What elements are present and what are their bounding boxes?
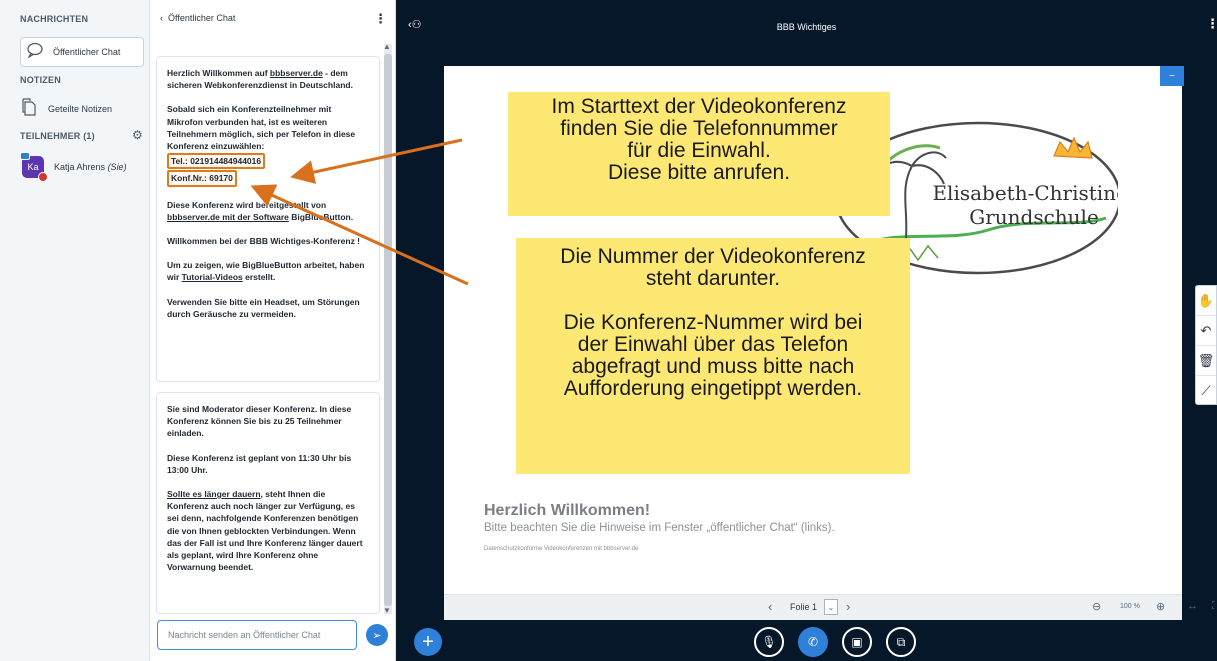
muted-mic-icon: 🎙 <box>761 635 777 649</box>
notes-section-title: NOTIZEN <box>20 75 61 85</box>
shared-notes-label: Geteilte Notizen <box>48 104 113 114</box>
fullscreen-icon[interactable]: ⛶ <box>1212 600 1217 613</box>
chat-panel: ‹ Öffentlicher Chat ⋮ Herzlich Willkomme… <box>150 0 396 661</box>
webcam-icon: ▣ <box>851 635 863 649</box>
software-link[interactable]: bbbserver.de mit der Software <box>167 212 289 222</box>
slide-footer: Datenschutzkonforme Videokonferenzen mit… <box>484 546 639 552</box>
more-options-icon[interactable]: ⋮ <box>374 11 387 27</box>
send-icon: ➢ <box>372 629 382 642</box>
scroll-up-icon[interactable]: ▲ <box>383 42 391 51</box>
share-screen-button[interactable]: ⧉ <box>886 627 916 657</box>
welcome-text: Herzlich Willkommen auf bbbserver.de - d… <box>167 68 353 91</box>
instruction-note-conference-number: Die Nummer der Videokonferenz steht daru… <box>516 238 910 474</box>
shared-notes-item[interactable]: Geteilte Notizen <box>22 96 146 122</box>
trash-icon[interactable]: 🗑 <box>1196 346 1216 376</box>
document-icon <box>22 97 36 121</box>
longer-link[interactable]: Sollte es länger dauern <box>167 489 261 499</box>
logo-line1: Elisabeth-Christinen- <box>932 181 1118 205</box>
send-button[interactable]: ➢ <box>366 624 388 646</box>
self-tag: (Sie) <box>107 162 127 172</box>
slide-select-dropdown[interactable]: ⌄ <box>824 599 838 615</box>
chevron-left-icon: ‹ <box>160 13 163 23</box>
provided-text: Diese Konferenz wird bereitgestellt von … <box>167 199 354 222</box>
logo-line2: Grundschule <box>969 205 1099 229</box>
mute-button[interactable]: 🎙 <box>754 627 784 657</box>
phone-number: Tel.: 021914484944016 <box>167 153 266 170</box>
multi-user-whiteboard-icon[interactable]: ⟋ <box>1196 376 1216 406</box>
slide-welcome-title: Herzlich Willkommen! <box>484 502 651 519</box>
public-chat-label: Öffentlicher Chat <box>53 47 121 57</box>
slide-welcome-subtitle: Bitte beachten Sie die Hinweise im Fenst… <box>484 522 835 534</box>
gear-icon[interactable]: ⚙ <box>132 128 143 142</box>
longer-text: Sollte es länger dauern, steht Ihnen die… <box>167 489 363 573</box>
chat-header[interactable]: ‹ Öffentlicher Chat <box>160 13 235 23</box>
zoom-in-icon[interactable]: ⊕ <box>1156 600 1165 613</box>
screen-share-icon: ⧉ <box>896 634 906 649</box>
headset-text: Verwenden Sie bitte ein Headset, um Stör… <box>167 296 360 319</box>
zoom-out-icon[interactable]: ⊖ <box>1092 600 1101 613</box>
chat-message-input[interactable]: Nachricht senden an Öffentlicher Chat <box>157 620 357 650</box>
hand-tool-icon[interactable]: ✋ <box>1196 286 1216 316</box>
chat-message-welcome: Herzlich Willkommen auf bbbserver.de - d… <box>156 56 380 382</box>
meeting-title: BBB Wichtiges <box>776 22 837 32</box>
leave-audio-button[interactable]: ✆ <box>798 627 828 657</box>
actions-button[interactable]: + <box>414 628 442 656</box>
conference-number: Konf.Nr.: 69170 <box>167 170 237 187</box>
avatar: Ka <box>20 152 48 182</box>
chat-scrollbar[interactable] <box>384 44 392 614</box>
more-options-icon[interactable]: ⋮ <box>1206 16 1217 32</box>
phone-icon: ✆ <box>807 635 819 649</box>
chat-message-moderator: Sie sind Moderator dieser Konferenz. In … <box>156 392 380 614</box>
conference-welcome: Willkommen bei der BBB Wichtiges-Konfere… <box>167 236 361 247</box>
userlist-panel: NACHRICHTEN Öffentlicher Chat NOTIZEN Ge… <box>0 0 150 661</box>
tutorial-link[interactable]: Tutorial-Videos <box>182 272 243 282</box>
previous-slide-icon[interactable]: ‹ <box>768 599 772 614</box>
instruction-note-phone: Im Starttext der Videokonferenz finden S… <box>508 92 890 216</box>
moderator-text: Sie sind Moderator dieser Konferenz. In … <box>167 404 352 439</box>
public-chat-item[interactable]: Öffentlicher Chat <box>20 37 144 67</box>
scroll-down-icon[interactable]: ▼ <box>383 606 391 615</box>
dialin-text: Sobald sich ein Konferenzteilnehmer mit … <box>167 104 356 152</box>
user-list-item[interactable]: Ka Katja Ahrens (Sie) <box>20 152 146 182</box>
bbbserver-link[interactable]: bbbserver.de <box>270 68 323 78</box>
whiteboard-toolbar: ✋ ↶ 🗑 ⟋ <box>1195 285 1217 405</box>
fit-width-icon[interactable]: ↔ <box>1187 600 1198 612</box>
undo-icon[interactable]: ↶ <box>1196 316 1216 346</box>
zoom-level: 100 % <box>1120 603 1140 610</box>
user-name: Katja Ahrens (Sie) <box>54 162 127 172</box>
plus-icon: + <box>422 630 434 653</box>
slide-label: Folie 1 <box>790 602 818 612</box>
share-webcam-button[interactable]: ▣ <box>842 627 872 657</box>
presenter-icon <box>20 152 30 160</box>
presentation-toolbar: ‹ Folie 1 ⌄ › ⊖ 100 % ⊕ ↔ ⛶ <box>444 594 1217 620</box>
minimize-presentation-button[interactable]: − <box>1160 66 1184 86</box>
schedule-text: Diese Konferenz ist geplant von 11:30 Uh… <box>167 452 352 475</box>
muted-mic-icon <box>38 172 48 182</box>
presentation-stage: ‹⚇ BBB Wichtiges ⋮ Elisabeth-Christinen-… <box>396 0 1217 661</box>
messages-section-title: NACHRICHTEN <box>20 14 89 24</box>
presentation-slide: Elisabeth-Christinen- Grundschule Im Sta… <box>444 66 1182 594</box>
chat-bubble-icon <box>27 42 45 63</box>
chat-title: Öffentlicher Chat <box>168 13 236 23</box>
avatar-initials: Ka <box>27 162 39 172</box>
scrollbar-thumb[interactable] <box>384 54 392 606</box>
next-slide-icon[interactable]: › <box>846 599 850 614</box>
users-section-title: TEILNEHMER (1) <box>20 131 95 141</box>
tutorial-text: Um zu zeigen, wie BigBlueButton arbeitet… <box>167 260 365 283</box>
